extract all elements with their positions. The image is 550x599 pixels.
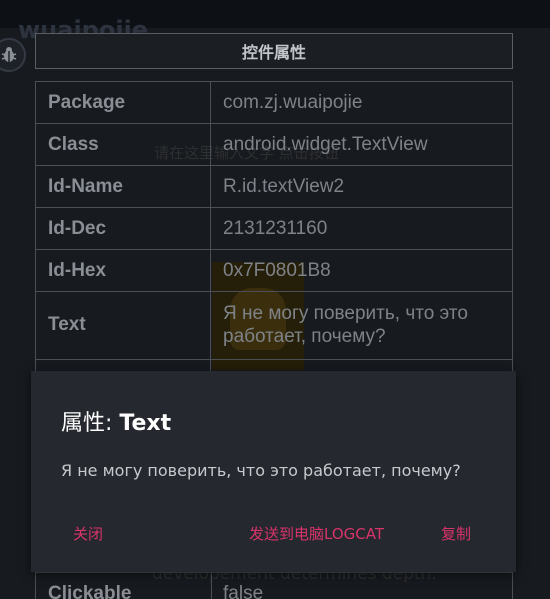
table-row[interactable]: Package com.zj.wuaipojie [35,81,513,124]
dialog-title: 属性: Text [61,405,171,437]
property-value: android.widget.TextView [210,123,513,166]
property-value: false [223,583,264,599]
property-key: Text [35,291,211,360]
table-row[interactable]: Id-Dec 2131231160 [35,207,513,250]
send-to-logcat-button[interactable]: 发送到电脑LOGCAT [249,523,384,544]
property-key: Id-Dec [35,207,211,250]
table-row[interactable]: Text Я не могу поверить, что это работае… [35,291,513,360]
dialog-title-field: Text [119,411,172,436]
bug-glyph-icon [1,47,17,62]
table-row[interactable]: Class android.widget.TextView [35,123,513,166]
property-key: Id-Hex [35,249,211,292]
table-row[interactable]: Clickable false [35,572,513,599]
property-value: 2131231160 [210,207,513,250]
table-row[interactable]: Id-Hex 0x7F0801B8 [35,249,513,292]
property-key: Class [35,123,211,166]
table-row[interactable]: Id-Name R.id.textView2 [35,165,513,208]
property-value: com.zj.wuaipojie [210,81,513,124]
property-panel-header: 控件属性 [35,33,513,69]
copy-button[interactable]: 复制 [441,523,471,544]
property-key: Id-Name [35,165,211,208]
property-dialog: 属性: Text Я не могу поверить, что это раб… [31,371,516,572]
property-value: Я не могу поверить, что это работает, по… [210,291,513,360]
property-key: Package [35,81,211,124]
column-divider [211,573,212,599]
property-value: 0x7F0801B8 [210,249,513,292]
close-button[interactable]: 关闭 [73,523,103,544]
property-key: Clickable [48,583,132,599]
property-value: R.id.textView2 [210,165,513,208]
dialog-message: Я не могу поверить, что это работает, по… [61,461,461,480]
dialog-title-prefix: 属性: [61,411,120,436]
